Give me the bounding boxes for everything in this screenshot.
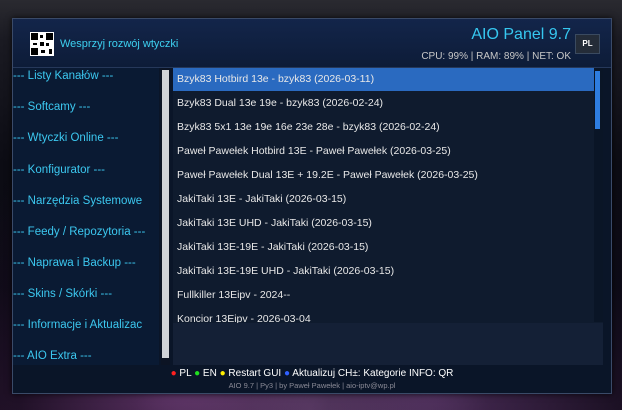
button-legend-footer: ● PL ● EN ● Restart GUI ● Aktualizuj CH±… (13, 365, 611, 393)
sidebar-item-channel-lists[interactable]: --- Listy Kanałów --- (13, 68, 159, 88)
list-item-selected[interactable]: Bzyk83 Hotbird 13e - bzyk83 (2026-03-11) (173, 68, 603, 91)
header-bar: Wesprzyj rozwój wtyczki AIO Panel 9.7 CP… (13, 19, 611, 68)
sidebar-item-configurator[interactable]: --- Konfigurator --- (13, 158, 159, 182)
list-item[interactable]: JakiTaki 13E-19E UHD - JakiTaki (2026-03… (173, 259, 603, 283)
qr-code-icon (30, 32, 54, 56)
sidebar-item-softcams[interactable]: --- Softcamy --- (13, 95, 159, 119)
list-footer-area (173, 323, 603, 365)
red-button-icon: ● (170, 368, 177, 379)
system-stats: CPU: 99% | RAM: 89% | NET: OK (421, 51, 571, 62)
donate-label[interactable]: Wesprzyj rozwój wtyczki (60, 38, 178, 50)
blue-button-icon: ● (284, 368, 291, 379)
list-item[interactable]: JakiTaki 13E - JakiTaki (2026-03-15) (173, 187, 603, 211)
list-item[interactable]: Bzyk83 Dual 13e 19e - bzyk83 (2026-02-24… (173, 91, 603, 115)
aio-panel-window: Wesprzyj rozwój wtyczki AIO Panel 9.7 CP… (12, 18, 612, 394)
sidebar-item-system-tools[interactable]: --- Narzędzia Systemowe (13, 189, 159, 213)
app-title: AIO Panel 9.7 (471, 26, 571, 43)
channel-list: Bzyk83 Hotbird 13e - bzyk83 (2026-03-11)… (173, 68, 603, 358)
sidebar-item-feeds[interactable]: --- Feedy / Repozytoria --- (13, 220, 159, 244)
credit-text: AIO 9.7 | Py3 | by Paweł Pawełek | aio-i… (228, 381, 396, 390)
list-scrollbar[interactable] (594, 68, 603, 322)
green-button-icon: ● (194, 368, 201, 379)
list-item[interactable]: Bzyk83 5x1 13e 19e 16e 23e 28e - bzyk83 … (173, 115, 603, 139)
green-button-label[interactable]: EN (203, 368, 217, 379)
list-item[interactable]: JakiTaki 13E UHD - JakiTaki (2026-03-15) (173, 211, 603, 235)
channel-key-label: CH±: Kategorie (337, 368, 407, 379)
yellow-button-label[interactable]: Restart GUI (228, 368, 281, 379)
list-item[interactable]: Paweł Pawełek Dual 13E + 19.2E - Paweł P… (173, 163, 603, 187)
yellow-button-icon: ● (219, 368, 226, 379)
category-sidebar: --- Listy Kanałów --- --- Softcamy --- -… (13, 68, 159, 366)
sidebar-item-online-plugins[interactable]: --- Wtyczki Online --- (13, 126, 159, 150)
blue-button-label[interactable]: Aktualizuj (292, 368, 335, 379)
info-key-label: INFO: QR (408, 368, 454, 379)
button-legend: ● PL ● EN ● Restart GUI ● Aktualizuj CH±… (13, 368, 611, 379)
sidebar-item-skins[interactable]: --- Skins / Skórki --- (13, 282, 159, 306)
sidebar-item-aio-extra[interactable]: --- AIO Extra --- (13, 344, 159, 366)
list-item[interactable]: JakiTaki 13E-19E - JakiTaki (2026-03-15) (173, 235, 603, 259)
list-item[interactable]: Paweł Pawełek Hotbird 13E - Paweł Pawełe… (173, 139, 603, 163)
sidebar-item-info-updates[interactable]: --- Informacje i Aktualizac (13, 313, 159, 337)
sidebar-scrollbar[interactable] (161, 68, 170, 366)
sidebar-item-repair-backup[interactable]: --- Naprawa i Backup --- (13, 251, 159, 275)
list-item[interactable]: Fullkiller 13Eipv - 2024-- (173, 283, 603, 307)
language-button[interactable]: PL (575, 34, 600, 54)
list-scrollbar-thumb[interactable] (595, 71, 600, 129)
red-button-label[interactable]: PL (179, 368, 191, 379)
sidebar-scrollbar-thumb[interactable] (162, 70, 169, 358)
